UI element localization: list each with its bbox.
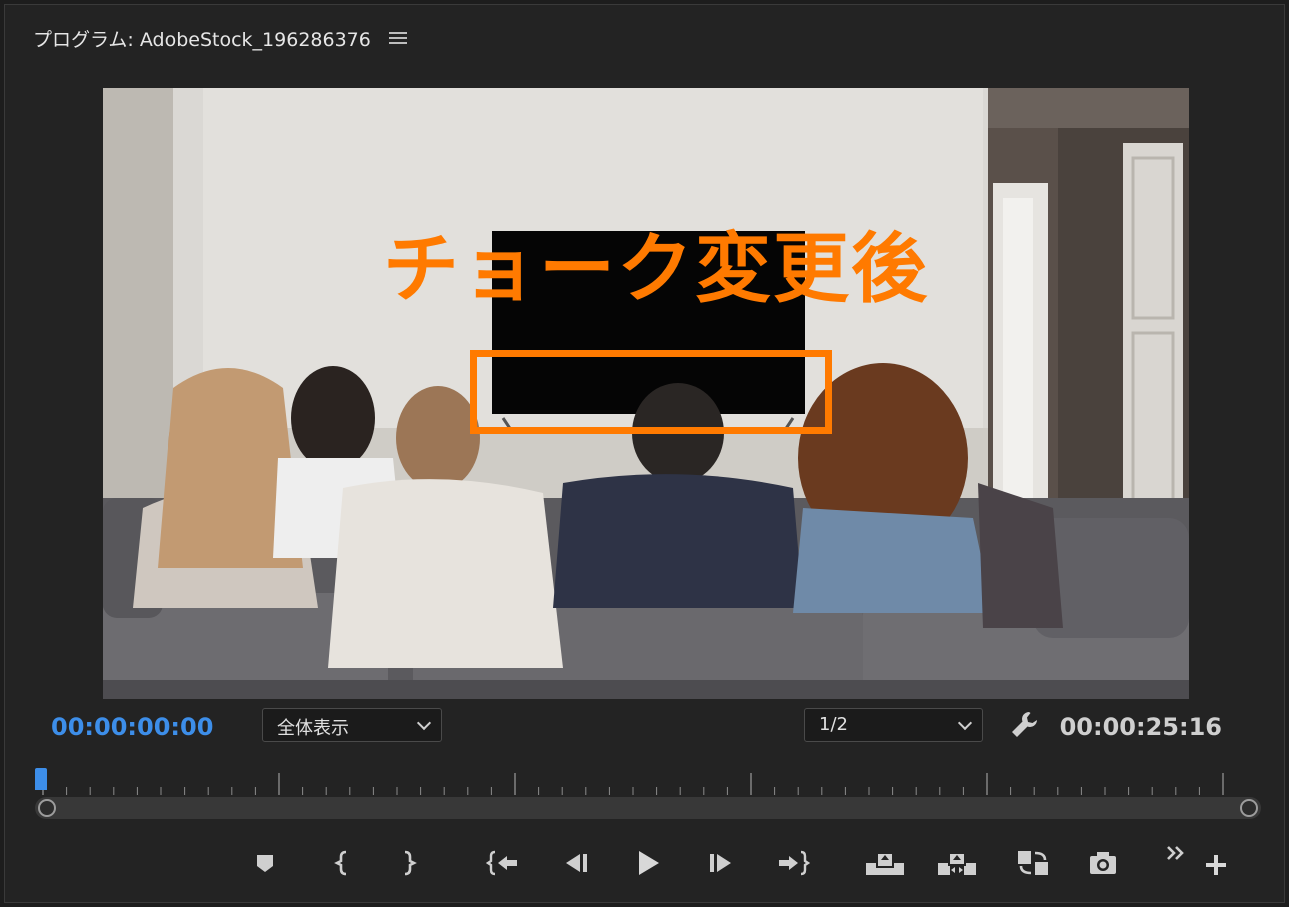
camera-icon: [1090, 852, 1116, 874]
time-ruler-ticks: [42, 773, 1224, 795]
video-preview[interactable]: チョーク変更後: [103, 88, 1189, 699]
zoom-level-value: 全体表示: [277, 718, 349, 739]
zoom-level-select[interactable]: 全体表示: [262, 708, 442, 742]
monitor-settings-row: 00:00:00:00 全体表示 1/2 00:00:25:16: [5, 705, 1284, 749]
step-back-button[interactable]: [558, 845, 594, 881]
annotation-highlight-box: [470, 350, 832, 434]
add-marker-button[interactable]: [247, 845, 283, 881]
transport-controls: [5, 841, 1284, 885]
current-timecode[interactable]: 00:00:00:00: [51, 713, 213, 741]
marker-icon: [257, 855, 273, 872]
lift-button[interactable]: [863, 845, 907, 881]
go-to-out-button[interactable]: [775, 845, 811, 881]
step-back-icon: [566, 854, 587, 872]
zoom-scrollbar[interactable]: [35, 797, 1261, 819]
go-to-out-icon: [779, 850, 810, 876]
play-icon: [639, 851, 659, 875]
mark-in-icon: [334, 850, 347, 876]
mark-in-button[interactable]: [325, 845, 361, 881]
double-chevron-right-icon: [1167, 846, 1184, 860]
time-ruler[interactable]: [35, 769, 1245, 797]
chevron-down-icon: [957, 715, 973, 731]
mark-out-button[interactable]: [390, 845, 426, 881]
play-button[interactable]: [630, 845, 666, 881]
playback-resolution-select[interactable]: 1/2: [804, 708, 983, 742]
annotation-text: チョーク変更後: [383, 224, 929, 313]
export-frame-button[interactable]: [1085, 845, 1121, 881]
playback-resolution-value: 1/2: [819, 714, 848, 735]
comparison-swap-icon: [1018, 851, 1048, 875]
go-to-in-button[interactable]: [485, 845, 521, 881]
playhead[interactable]: [35, 768, 47, 790]
panel-title[interactable]: プログラム: AdobeStock_196286376: [33, 25, 371, 52]
more-controls-button[interactable]: [1163, 835, 1189, 871]
duration-timecode: 00:00:25:16: [1059, 713, 1222, 741]
lift-icon: [866, 852, 904, 875]
chevron-down-icon: [416, 715, 432, 731]
panel-header: プログラム: AdobeStock_196286376: [33, 23, 407, 53]
program-monitor-panel: プログラム: AdobeStock_196286376 チョーク変更後 00:0…: [4, 4, 1285, 903]
mark-out-icon: [404, 850, 417, 876]
plus-icon: [1206, 855, 1226, 875]
step-forward-button[interactable]: [703, 845, 739, 881]
step-forward-icon: [710, 854, 731, 872]
wrench-icon[interactable]: [1008, 709, 1040, 741]
extract-button[interactable]: [935, 845, 979, 881]
scrollbar-right-handle[interactable]: [1240, 799, 1258, 817]
insert-overwrite-button[interactable]: [1013, 845, 1053, 881]
panel-menu-icon[interactable]: [388, 31, 407, 45]
extract-icon: [938, 852, 976, 875]
button-editor-button[interactable]: [1201, 847, 1231, 883]
go-to-in-icon: [486, 850, 517, 876]
scrollbar-left-handle[interactable]: [38, 799, 56, 817]
